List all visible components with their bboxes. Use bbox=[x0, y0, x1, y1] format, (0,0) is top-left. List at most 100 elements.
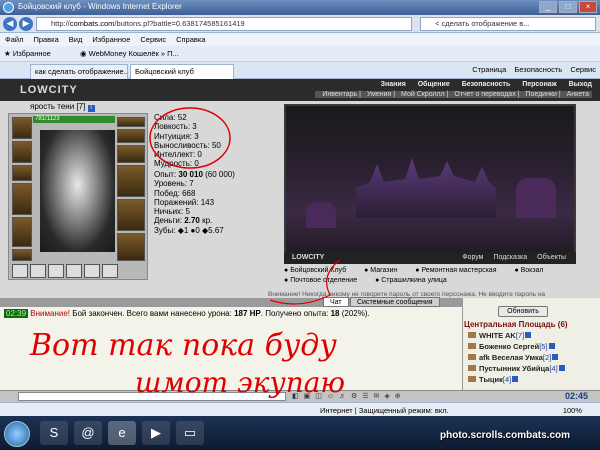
earring-slot[interactable] bbox=[12, 141, 32, 163]
chat-warning: Внимание! bbox=[30, 309, 70, 318]
boots-slot[interactable] bbox=[117, 233, 145, 261]
url-input[interactable]: http://combats.com/buttons.pl?battle=0.6… bbox=[36, 17, 412, 31]
menu-edit[interactable]: Правка bbox=[28, 33, 63, 46]
menu-view[interactable]: Вид bbox=[64, 33, 88, 46]
online-user[interactable]: afk Веселая Умка[2] bbox=[468, 353, 559, 362]
chat-input[interactable] bbox=[18, 392, 286, 401]
skype-icon[interactable]: S bbox=[40, 421, 68, 445]
minimize-button[interactable]: _ bbox=[539, 1, 557, 13]
loc-repair[interactable]: ● Ремонтная мастерская bbox=[415, 267, 504, 274]
info-icon[interactable] bbox=[548, 343, 555, 349]
gloves-slot[interactable] bbox=[117, 145, 145, 163]
menu-favorites[interactable]: Избранное bbox=[87, 33, 135, 46]
whisper-icon[interactable] bbox=[468, 354, 476, 360]
info-icon[interactable] bbox=[512, 376, 519, 382]
menu-file[interactable]: Файл bbox=[0, 33, 28, 46]
ie-taskbar-icon[interactable]: e bbox=[108, 421, 136, 445]
tool-page[interactable]: Страница bbox=[472, 65, 506, 74]
favorites-button[interactable]: ★ Избранное bbox=[4, 49, 51, 58]
pocket-slot-6[interactable] bbox=[102, 264, 118, 278]
shield-slot[interactable] bbox=[117, 165, 145, 197]
whisper-icon[interactable] bbox=[468, 343, 476, 349]
online-user[interactable]: Пустынник Убийца[4] bbox=[468, 364, 565, 373]
tool-service[interactable]: Сервис bbox=[570, 65, 596, 74]
legs-slot[interactable] bbox=[117, 199, 145, 231]
explorer-icon[interactable]: ▭ bbox=[176, 421, 204, 445]
submenu-fights[interactable]: Поединки bbox=[525, 91, 557, 98]
city-scene bbox=[284, 104, 576, 260]
submenu-transfers[interactable]: Отчет о переводах bbox=[454, 91, 515, 98]
belt-slot[interactable] bbox=[12, 249, 32, 261]
whisper-icon[interactable] bbox=[468, 365, 476, 371]
refresh-button[interactable]: Обновить bbox=[498, 306, 548, 317]
user-name[interactable]: Тыцик bbox=[479, 375, 503, 384]
submenu-profile[interactable]: Анкета bbox=[567, 91, 589, 98]
tool-security[interactable]: Безопасность bbox=[514, 65, 562, 74]
info-icon[interactable]: i bbox=[87, 105, 95, 112]
link-help[interactable]: Подсказка bbox=[493, 254, 527, 261]
loc-post[interactable]: ● Почтовое отделение bbox=[284, 277, 365, 284]
submenu-skills[interactable]: Умения bbox=[367, 91, 391, 98]
helmet-slot[interactable] bbox=[12, 117, 32, 139]
armor-slot[interactable] bbox=[12, 217, 32, 247]
tab-combats[interactable]: Бойцовский клуб bbox=[130, 64, 234, 79]
maximize-button[interactable]: □ bbox=[559, 1, 577, 13]
pocket-slot-3[interactable] bbox=[48, 264, 64, 278]
ring-slot[interactable] bbox=[117, 129, 145, 143]
media-player-icon[interactable]: ▶ bbox=[142, 421, 170, 445]
amulet-slot[interactable] bbox=[12, 165, 32, 181]
zoom-level[interactable]: 100% bbox=[563, 406, 582, 415]
submenu-scroll[interactable]: Мой Скроллл bbox=[401, 91, 445, 98]
user-name[interactable]: Пустынник Убийца bbox=[479, 364, 549, 373]
link-forum[interactable]: Форум bbox=[462, 254, 483, 261]
menu-knowledge[interactable]: Знания bbox=[381, 81, 406, 88]
start-button[interactable] bbox=[4, 421, 30, 447]
tab-chat[interactable]: Чат bbox=[323, 297, 349, 307]
search-input[interactable]: < сделать отображение в... bbox=[420, 17, 596, 31]
menu-communication[interactable]: Общение bbox=[418, 81, 450, 88]
weapon-slot[interactable] bbox=[12, 183, 32, 215]
loc-club[interactable]: ● Бойцовский Клуб bbox=[284, 267, 354, 274]
whisper-icon[interactable] bbox=[468, 376, 476, 382]
submenu-inventory[interactable]: Инвентарь bbox=[322, 91, 357, 98]
window-title: Бойцовский клуб - Windows Internet Explo… bbox=[18, 2, 182, 11]
user-name[interactable]: afk Веселая Умка bbox=[479, 353, 543, 362]
loc-station[interactable]: ● Вокзал bbox=[514, 267, 551, 274]
back-icon[interactable]: ◀ bbox=[3, 17, 17, 31]
info-icon[interactable] bbox=[558, 365, 565, 371]
online-user[interactable]: Боженко Сергей[5] bbox=[468, 342, 555, 351]
tab-system-messages[interactable]: Системные сообщения bbox=[350, 297, 440, 307]
chat-tool-icons[interactable]: ◧▣◫☺♬⚙☰✉◈⊕ bbox=[292, 392, 406, 400]
loc-street[interactable]: ● Страшилкина улица bbox=[375, 277, 455, 284]
user-name[interactable]: WHITE AK bbox=[479, 331, 516, 340]
menu-character[interactable]: Персонаж bbox=[522, 81, 556, 88]
user-name[interactable]: Боженко Сергей bbox=[479, 342, 539, 351]
close-window-button[interactable]: × bbox=[579, 1, 597, 13]
pocket-slot-4[interactable] bbox=[66, 264, 82, 278]
chat-text-2: . Получено опыта: bbox=[260, 309, 331, 318]
info-icon[interactable] bbox=[525, 332, 532, 338]
menu-tools[interactable]: Сервис bbox=[135, 33, 171, 46]
forward-icon[interactable]: ▶ bbox=[19, 17, 33, 31]
pocket-slot-5[interactable] bbox=[84, 264, 100, 278]
menu-help[interactable]: Справка bbox=[171, 33, 210, 46]
chat-text: Бой закончен. Всего вами нанесено урона: bbox=[70, 309, 235, 318]
mail-icon[interactable]: @ bbox=[74, 421, 102, 445]
loc-shop[interactable]: ● Магазин bbox=[364, 267, 405, 274]
online-user[interactable]: WHITE AK[7] bbox=[468, 331, 532, 340]
pocket-slot-1[interactable] bbox=[12, 264, 28, 278]
info-icon[interactable] bbox=[552, 354, 559, 360]
menu-exit[interactable]: Выход bbox=[569, 81, 592, 88]
bracer-slot[interactable] bbox=[117, 117, 145, 127]
building-left[interactable] bbox=[306, 202, 336, 228]
online-user[interactable]: Тыцик[4] bbox=[468, 375, 519, 384]
exp-next: (60 000) bbox=[202, 170, 235, 179]
stat-intellect: Интеллект: 0 bbox=[154, 150, 202, 160]
pocket-slot-2[interactable] bbox=[30, 264, 46, 278]
building-right[interactable] bbox=[516, 178, 556, 218]
tab-search[interactable]: как сделать отображение... bbox=[30, 64, 128, 79]
webmoney-link[interactable]: ◉ WebMoney Кошелёк » П... bbox=[80, 49, 179, 58]
link-objects[interactable]: Объекты bbox=[537, 254, 566, 261]
menu-security[interactable]: Безопасность bbox=[462, 81, 511, 88]
whisper-icon[interactable] bbox=[468, 332, 476, 338]
